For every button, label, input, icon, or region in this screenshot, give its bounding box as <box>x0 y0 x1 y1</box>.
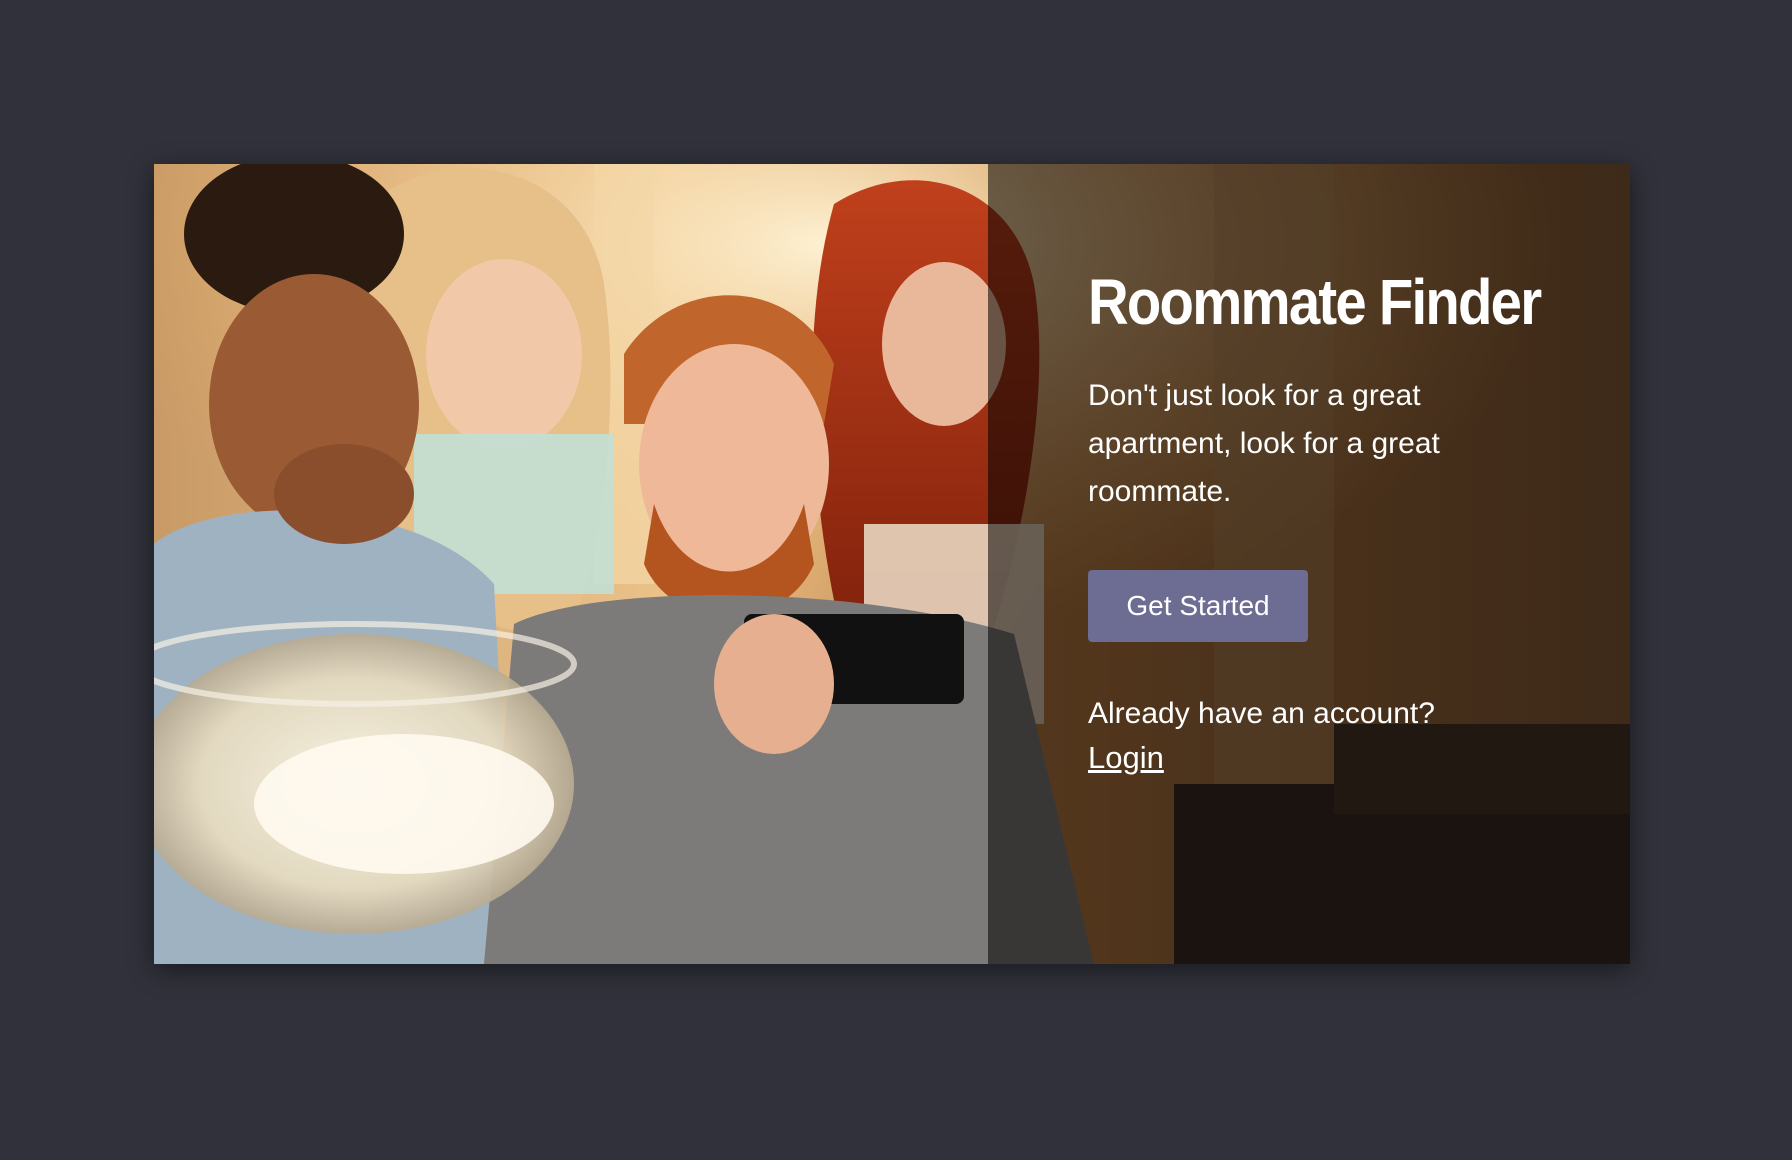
login-link[interactable]: Login <box>1088 738 1164 778</box>
get-started-button[interactable]: Get Started <box>1088 570 1308 642</box>
hero-content: Roommate Finder Don't just look for a gr… <box>1088 260 1548 778</box>
hero-card: Roommate Finder Don't just look for a gr… <box>154 164 1630 964</box>
tagline: Don't just look for a great apartment, l… <box>1088 379 1440 508</box>
account-prompt: Already have an account? <box>1088 697 1435 730</box>
page-title: Roommate Finder <box>1088 266 1542 338</box>
